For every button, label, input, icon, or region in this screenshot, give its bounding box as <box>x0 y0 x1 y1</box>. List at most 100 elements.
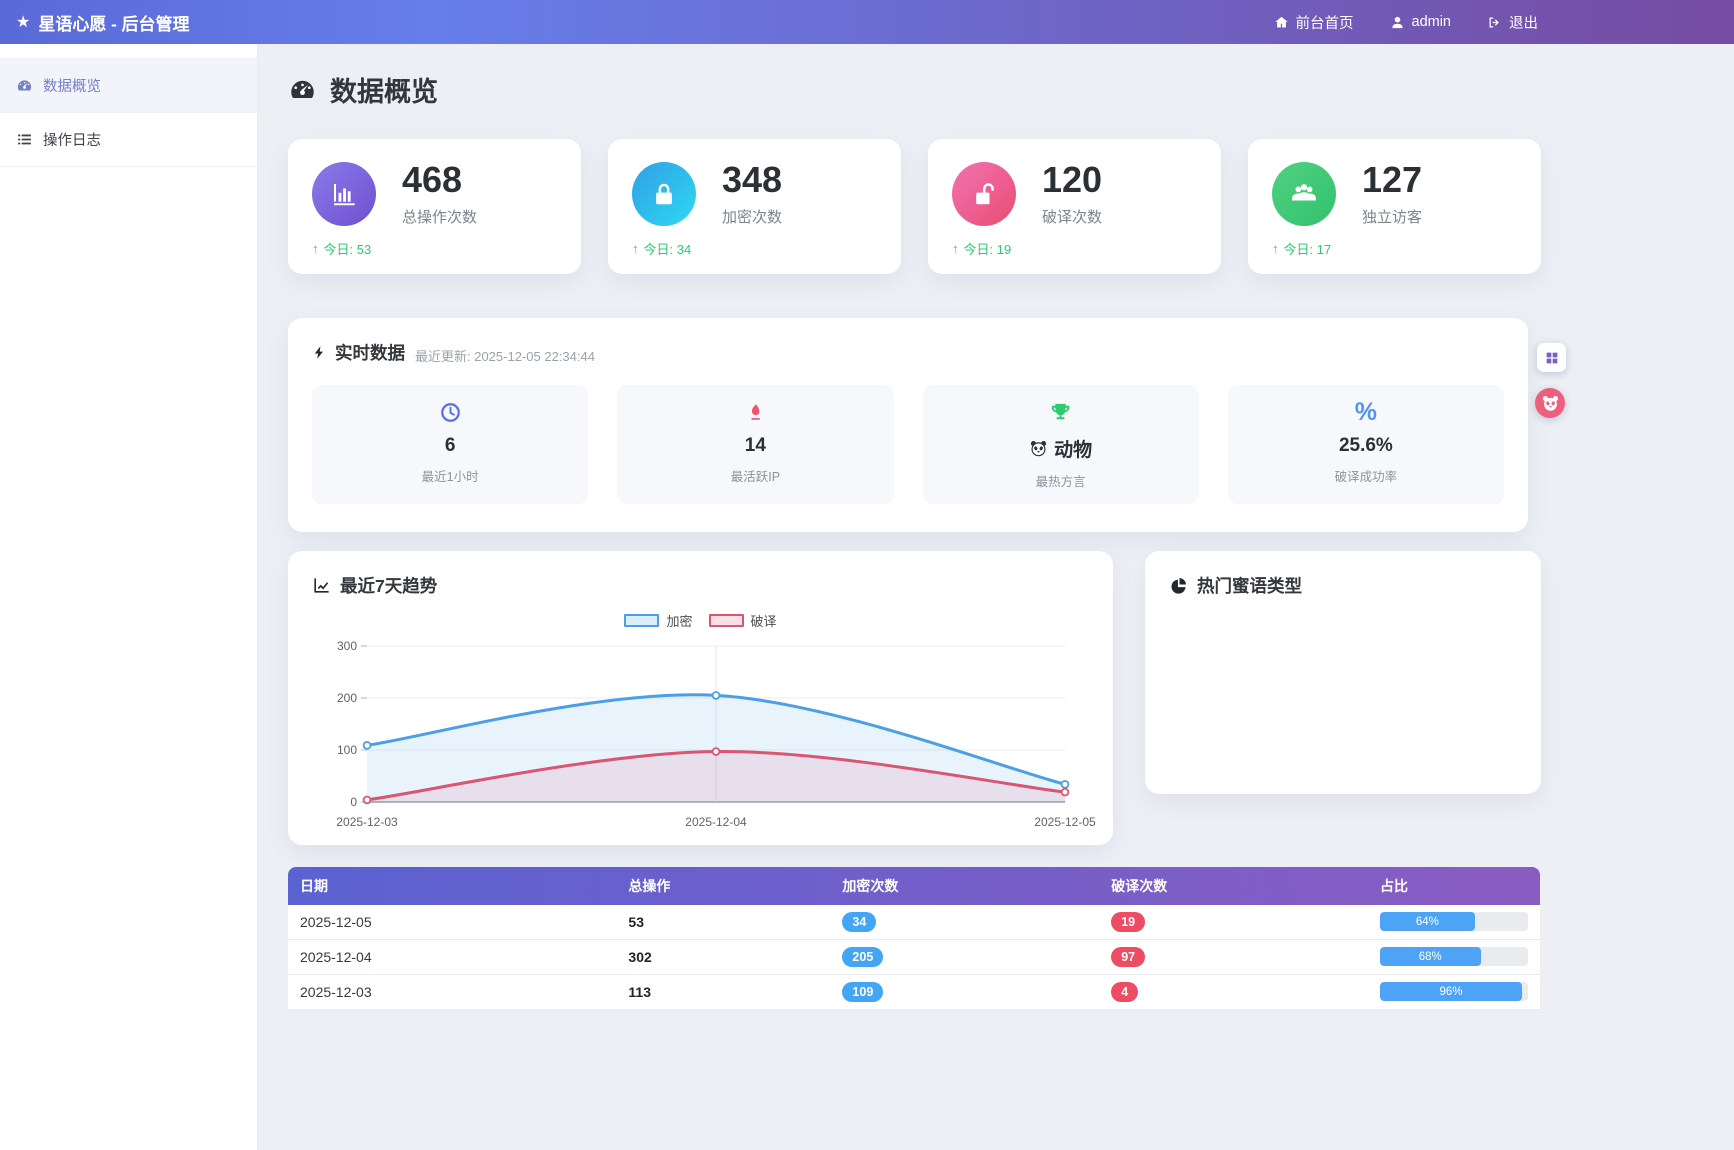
user-icon <box>1390 15 1405 30</box>
tile-label: 最活跃IP <box>617 466 893 485</box>
stat-card-decrypts: 120 破译次数 ↑ 今日: 19 <box>928 139 1221 274</box>
page-title-text: 数据概览 <box>330 70 438 109</box>
realtime-title-text: 实时数据 <box>335 340 405 365</box>
table-header-row: 日期 总操作 加密次数 破译次数 占比 <box>288 867 1540 905</box>
decrypt-badge: 97 <box>1111 947 1145 967</box>
frontend-home-label: 前台首页 <box>1296 12 1354 33</box>
arrow-up-icon: ↑ <box>952 241 959 256</box>
navbar: ★ 星语心愿 - 后台管理 前台首页 admin 退出 <box>0 0 1734 44</box>
table-row: 2025-12-05 53 34 19 64% <box>288 905 1540 940</box>
tile-value: 6 <box>312 435 588 457</box>
pie-chart-title: 热门蜜语类型 <box>1169 573 1517 598</box>
arrow-up-icon: ↑ <box>312 241 319 256</box>
sidebar: 数据概览 操作日志 <box>0 44 258 1150</box>
app-brand: ★ 星语心愿 - 后台管理 <box>16 10 189 35</box>
stat-value: 348 <box>722 161 782 199</box>
unlock-icon <box>952 162 1016 226</box>
cell-total: 53 <box>616 905 830 940</box>
stat-today: ↑ 今日: 34 <box>632 239 877 258</box>
sidebar-item-overview[interactable]: 数据概览 <box>0 58 257 113</box>
svg-text:2025-12-04: 2025-12-04 <box>685 815 747 829</box>
tile-value: 25.6% <box>1228 435 1504 457</box>
sidebar-item-logs[interactable]: 操作日志 <box>0 113 257 167</box>
navbar-links: 前台首页 admin 退出 <box>1274 12 1539 33</box>
decrypt-badge: 4 <box>1111 982 1138 1002</box>
users-icon <box>1272 162 1336 226</box>
table-row: 2025-12-03 113 109 4 96% <box>288 974 1540 1009</box>
cell-total: 302 <box>616 939 830 974</box>
app-title: 星语心愿 - 后台管理 <box>38 10 189 35</box>
tile-success-rate: % 25.6% 破译成功率 <box>1228 385 1504 504</box>
tile-label: 最近1小时 <box>312 466 588 485</box>
stat-card-encrypts: 348 加密次数 ↑ 今日: 34 <box>608 139 901 274</box>
svg-text:0: 0 <box>350 795 357 809</box>
tile-value-with-panda: 动物 <box>923 435 1199 462</box>
chart-legend: 加密 破译 <box>312 611 1089 630</box>
realtime-updated: 最近更新: 2025-12-05 22:34:44 <box>415 346 595 365</box>
username-label: admin <box>1412 14 1452 30</box>
fire-icon <box>617 400 893 426</box>
logout-label: 退出 <box>1509 12 1538 33</box>
realtime-tiles: 6 最近1小时 14 最活跃IP 动物 <box>312 385 1504 504</box>
main-content: 数据概览 468 总操作次数 ↑ 今日: 53 <box>258 44 1734 1150</box>
widget-grid-button[interactable] <box>1537 343 1566 372</box>
home-icon <box>1274 15 1289 30</box>
logout-icon <box>1487 15 1502 30</box>
panda-fab-button[interactable] <box>1535 388 1565 418</box>
panda-icon <box>1541 394 1560 413</box>
stat-card-visitors: 127 独立访客 ↑ 今日: 17 <box>1248 139 1541 274</box>
tile-value-text: 动物 <box>1054 435 1092 462</box>
grid-icon <box>1544 350 1560 366</box>
user-menu[interactable]: admin <box>1390 14 1452 30</box>
pie-chart-title-text: 热门蜜语类型 <box>1197 573 1302 598</box>
table-row: 2025-12-04 302 205 97 68% <box>288 939 1540 974</box>
ratio-progress: 96% <box>1380 982 1528 1001</box>
frontend-home-link[interactable]: 前台首页 <box>1274 12 1354 33</box>
ratio-progress: 68% <box>1380 947 1528 966</box>
list-icon <box>16 131 33 148</box>
tile-label: 破译成功率 <box>1228 466 1504 485</box>
ratio-progress-fill: 96% <box>1380 982 1522 1001</box>
encrypt-badge: 205 <box>842 947 883 967</box>
stat-today-text: 今日: 19 <box>964 239 1012 258</box>
logout-link[interactable]: 退出 <box>1487 12 1538 33</box>
svg-text:200: 200 <box>337 691 357 705</box>
tile-label: 最热方言 <box>923 471 1199 490</box>
star-icon: ★ <box>16 12 30 32</box>
arrow-up-icon: ↑ <box>1272 241 1279 256</box>
svg-text:100: 100 <box>337 743 357 757</box>
cell-date: 2025-12-04 <box>288 939 616 974</box>
svg-text:2025-12-05: 2025-12-05 <box>1034 815 1096 829</box>
legend-item-encrypt[interactable]: 加密 <box>624 611 692 630</box>
col-header-total: 总操作 <box>616 867 830 905</box>
percent-icon: % <box>1228 400 1504 426</box>
trend-line-chart: 01002003002025-12-032025-12-042025-12-05 <box>312 634 1087 834</box>
stat-value: 468 <box>402 161 477 199</box>
tile-value: 14 <box>617 435 893 457</box>
page-title: 数据概览 <box>288 70 1734 109</box>
ratio-progress: 64% <box>1380 912 1528 931</box>
tile-top-dialect: 动物 最热方言 <box>923 385 1199 504</box>
col-header-decrypt: 破译次数 <box>1099 867 1368 905</box>
chart-line-icon <box>312 576 331 595</box>
cell-date: 2025-12-05 <box>288 905 616 940</box>
trend-chart-title: 最近7天趋势 <box>312 573 1089 598</box>
trophy-icon <box>923 400 1199 426</box>
stat-value: 127 <box>1362 161 1422 199</box>
pie-chart-icon <box>1169 576 1188 595</box>
col-header-date: 日期 <box>288 867 616 905</box>
pie-chart-panel: 热门蜜语类型 <box>1145 551 1541 794</box>
cell-date: 2025-12-03 <box>288 974 616 1009</box>
legend-swatch-decrypt <box>709 614 744 627</box>
sidebar-item-label: 数据概览 <box>43 75 101 96</box>
stat-label: 总操作次数 <box>402 206 477 227</box>
stat-label: 独立访客 <box>1362 206 1422 227</box>
daily-stats-table: 日期 总操作 加密次数 破译次数 占比 2025-12-05 53 34 19 … <box>288 867 1540 1010</box>
ratio-progress-fill: 64% <box>1380 912 1475 931</box>
decrypt-badge: 19 <box>1111 912 1145 932</box>
legend-item-decrypt[interactable]: 破译 <box>709 611 777 630</box>
stat-today-text: 今日: 17 <box>1284 239 1332 258</box>
legend-label: 破译 <box>751 611 777 630</box>
trend-chart-title-text: 最近7天趋势 <box>340 573 437 598</box>
col-header-encrypt: 加密次数 <box>830 867 1099 905</box>
